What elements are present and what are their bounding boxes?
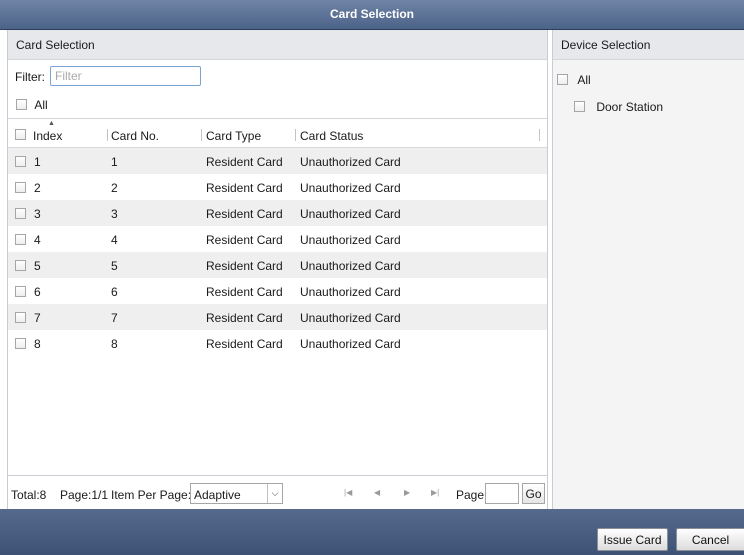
select-all-devices-label: All — [577, 72, 591, 87]
cell-card-type: Resident Card — [206, 155, 283, 169]
items-per-page-value: Adaptive — [194, 488, 241, 502]
cell-card-status: Unauthorized Card — [300, 181, 401, 195]
row-checkbox[interactable] — [15, 338, 26, 349]
row-checkbox[interactable] — [15, 234, 26, 245]
row-checkbox[interactable] — [15, 286, 26, 297]
cell-card-no: 2 — [111, 181, 118, 195]
cell-card-status: Unauthorized Card — [300, 259, 401, 273]
header-checkbox[interactable] — [15, 129, 26, 140]
chevron-down-icon[interactable]: ⌵ — [267, 484, 282, 503]
cell-card-status: Unauthorized Card — [300, 155, 401, 169]
cell-card-status: Unauthorized Card — [300, 233, 401, 247]
device-selection-header: Device Selection — [553, 30, 744, 60]
card-selection-panel: Card Selection Filter: All ▲ Index Card … — [7, 30, 548, 509]
column-header-index[interactable]: Index — [33, 129, 62, 143]
table-row[interactable]: 5 5 Resident Card Unauthorized Card — [8, 252, 547, 278]
cell-card-no: 5 — [111, 259, 118, 273]
filter-label: Filter: — [15, 70, 45, 84]
issue-card-button[interactable]: Issue Card — [597, 528, 668, 551]
cell-card-no: 1 — [111, 155, 118, 169]
select-all-devices[interactable]: All — [557, 72, 591, 87]
table-row[interactable]: 6 6 Resident Card Unauthorized Card — [8, 278, 547, 304]
cell-card-status: Unauthorized Card — [300, 337, 401, 351]
total-count: Total:8 — [11, 488, 47, 502]
page-number-input[interactable] — [485, 483, 519, 504]
cell-index: 3 — [34, 207, 41, 221]
table-row[interactable]: 3 3 Resident Card Unauthorized Card — [8, 200, 547, 226]
cell-card-no: 7 — [111, 311, 118, 325]
cell-index: 7 — [34, 311, 41, 325]
cell-card-status: Unauthorized Card — [300, 207, 401, 221]
cell-index: 4 — [34, 233, 41, 247]
page-label: Page — [456, 488, 485, 502]
table-row[interactable]: 7 7 Resident Card Unauthorized Card — [8, 304, 547, 330]
cell-card-no: 4 — [111, 233, 118, 247]
table-row[interactable]: 1 1 Resident Card Unauthorized Card — [8, 148, 547, 174]
device-item[interactable]: Door Station — [574, 99, 663, 114]
filter-row: Filter: — [8, 66, 547, 86]
pagination-bar: Total:8 Page:1/1 Item Per Page: Adaptive… — [8, 482, 547, 506]
column-divider[interactable] — [539, 129, 540, 141]
column-divider[interactable] — [295, 129, 296, 141]
cell-card-type: Resident Card — [206, 181, 283, 195]
sort-ascending-icon: ▲ — [48, 120, 55, 127]
table-row[interactable]: 8 8 Resident Card Unauthorized Card — [8, 330, 547, 356]
title-bar: Card Selection — [0, 0, 744, 30]
row-checkbox[interactable] — [15, 208, 26, 219]
column-header-card-no[interactable]: Card No. — [111, 129, 159, 143]
cell-card-status: Unauthorized Card — [300, 285, 401, 299]
cell-card-type: Resident Card — [206, 337, 283, 351]
last-page-icon[interactable]: ▶| — [431, 488, 439, 497]
cell-card-type: Resident Card — [206, 259, 283, 273]
select-all-checkbox[interactable] — [16, 99, 27, 111]
cancel-button[interactable]: Cancel — [676, 528, 744, 551]
device-checkbox[interactable] — [574, 101, 585, 113]
card-table: ▲ Index Card No. Card Type Card Status 1… — [8, 118, 547, 476]
cell-card-no: 3 — [111, 207, 118, 221]
select-all-label: All — [34, 97, 48, 112]
cell-card-type: Resident Card — [206, 285, 283, 299]
go-button[interactable]: Go — [522, 483, 545, 504]
cell-card-type: Resident Card — [206, 233, 283, 247]
table-body: 1 1 Resident Card Unauthorized Card 2 2 Reside… — [8, 148, 547, 356]
cell-index: 8 — [34, 337, 41, 351]
table-row[interactable]: 4 4 Resident Card Unauthorized Card — [8, 226, 547, 252]
table-row[interactable]: 2 2 Resident Card Unauthorized Card — [8, 174, 547, 200]
next-page-icon[interactable]: ▶ — [404, 488, 410, 497]
row-checkbox[interactable] — [15, 156, 26, 167]
filter-input[interactable] — [50, 66, 201, 86]
cell-index: 1 — [34, 155, 41, 169]
cell-card-no: 6 — [111, 285, 118, 299]
column-header-card-type[interactable]: Card Type — [206, 129, 261, 143]
items-per-page-label: Item Per Page: — [111, 488, 192, 502]
cell-card-type: Resident Card — [206, 207, 283, 221]
page-indicator: Page:1/1 — [60, 488, 109, 502]
cell-card-type: Resident Card — [206, 311, 283, 325]
window-title: Card Selection — [329, 7, 415, 21]
row-checkbox[interactable] — [15, 182, 26, 193]
cell-index: 5 — [34, 259, 41, 273]
device-selection-panel: Device Selection All Door Station — [552, 30, 744, 509]
column-divider[interactable] — [107, 129, 108, 141]
cell-index: 6 — [34, 285, 41, 299]
previous-page-icon[interactable]: ◀ — [374, 488, 380, 497]
card-selection-header: Card Selection — [8, 30, 547, 60]
select-all-devices-checkbox[interactable] — [557, 74, 568, 86]
select-all-cards[interactable]: All — [16, 97, 48, 112]
row-checkbox[interactable] — [15, 312, 26, 323]
cell-index: 2 — [34, 181, 41, 195]
column-divider[interactable] — [201, 129, 202, 141]
column-header-card-status[interactable]: Card Status — [300, 129, 363, 143]
table-header: ▲ Index Card No. Card Type Card Status — [8, 119, 547, 148]
items-per-page-select[interactable]: Adaptive ⌵ — [190, 483, 283, 504]
device-label: Door Station — [596, 99, 664, 114]
button-bar: Issue Card Cancel — [0, 509, 744, 555]
row-checkbox[interactable] — [15, 260, 26, 271]
first-page-icon[interactable]: |◀ — [344, 488, 352, 497]
cell-card-status: Unauthorized Card — [300, 311, 401, 325]
cell-card-no: 8 — [111, 337, 118, 351]
